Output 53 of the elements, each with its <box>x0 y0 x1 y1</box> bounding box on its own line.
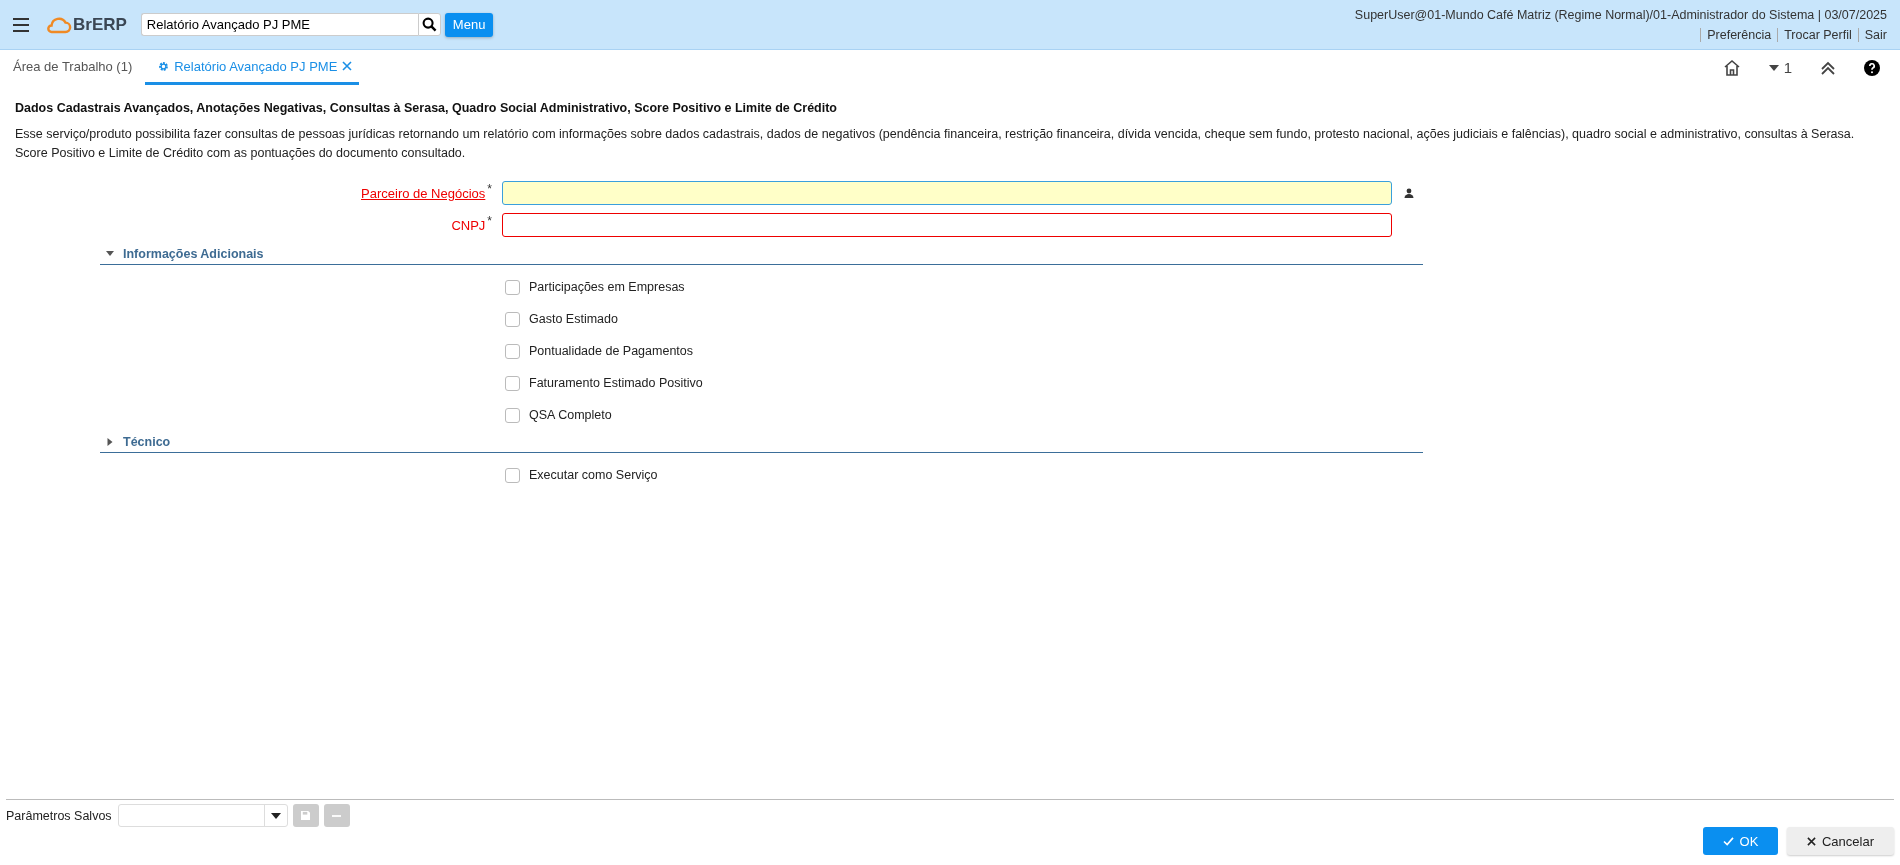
checkbox[interactable] <box>505 279 520 295</box>
tab[interactable]: Área de Trabalho (1) <box>4 50 142 85</box>
user-info: SuperUser@01-Mundo Café Matriz (Regime Normal)/01-Administrador do Sistema | 03/07/2025 <box>1354 7 1887 22</box>
save-button[interactable] <box>292 804 319 827</box>
check-icon <box>1722 836 1734 846</box>
search-button[interactable] <box>417 13 441 36</box>
menu-icon[interactable] <box>13 17 29 32</box>
tab-label: Relatório Avançado PJ PME <box>174 58 338 74</box>
required-marker: * <box>487 213 492 228</box>
save-icon <box>301 811 311 820</box>
checkbox[interactable] <box>505 375 520 391</box>
remove-button[interactable] <box>323 804 350 827</box>
caret-icon <box>270 812 281 819</box>
checkbox-label: Executar como Serviço <box>529 468 658 482</box>
input-field[interactable] <box>502 181 1392 205</box>
minus-icon <box>332 814 342 817</box>
window-count-button[interactable]: 1 <box>1768 59 1792 76</box>
gear-icon <box>158 60 170 72</box>
checkbox[interactable] <box>505 343 520 359</box>
checkbox-label: QSA Completo <box>529 408 612 422</box>
header-link[interactable]: Trocar Perfil <box>1777 27 1858 42</box>
section-header[interactable]: Informações Adicionais <box>100 245 1423 265</box>
required-marker: * <box>487 181 492 196</box>
header-link[interactable]: Preferência <box>1700 27 1778 42</box>
header-link[interactable]: Sair <box>1857 27 1887 42</box>
help-icon[interactable] <box>1864 59 1880 76</box>
field-label: CNPJ <box>451 217 486 233</box>
search-icon <box>421 17 437 32</box>
checkbox-label: Faturamento Estimado Positivo <box>529 376 703 390</box>
checkbox[interactable] <box>505 467 520 483</box>
report-description: Esse serviço/produto possibilita fazer consultas de pessoas jurídicas retornando um relatório com informações sobre dados cadastrais, dados de negativos (pendência financeira, restrição financeira, dívida vencida, cheque sem fundo, protesto nacional, ações judiciais e falências), quadro social e administrativo, consultas à Serasa. Score Positivo e Limite de Crédito com as pontuações do documento consultado. <box>15 126 1856 162</box>
tab-label: Área de Trabalho (1) <box>13 58 133 74</box>
close-icon <box>1807 836 1816 846</box>
cloud-logo-icon <box>46 15 72 34</box>
caret-icon <box>1768 64 1779 71</box>
collapse-icon[interactable] <box>1820 59 1836 76</box>
tab[interactable]: Relatório Avançado PJ PME <box>145 50 360 85</box>
cancel-button[interactable]: Cancelar <box>1787 827 1894 855</box>
checkbox-label: Pontualidade de Pagamentos <box>529 344 693 358</box>
report-title: Dados Cadastrais Avançados, Anotações Negativas, Consultas à Serasa, Quadro Social Administrativo, Score Positivo e Limite de Crédito <box>15 101 838 115</box>
checkbox-label: Gasto Estimado <box>529 312 618 326</box>
saved-params-label: Parâmetros Salvos <box>6 808 112 823</box>
input-field[interactable] <box>502 213 1392 237</box>
section-header[interactable]: Técnico <box>100 433 1423 453</box>
person-icon[interactable] <box>1404 188 1414 198</box>
close-icon[interactable] <box>342 61 353 71</box>
field-label[interactable]: Parceiro de Negócios <box>361 185 486 201</box>
checkbox-label: Participações em Empresas <box>529 280 685 294</box>
home-icon[interactable] <box>1722 58 1741 77</box>
app-logo: BrERP <box>73 14 127 35</box>
checkbox[interactable] <box>505 407 520 423</box>
checkbox[interactable] <box>505 311 520 327</box>
search-field[interactable]: Relatório Avançado PJ PME <box>140 13 418 36</box>
